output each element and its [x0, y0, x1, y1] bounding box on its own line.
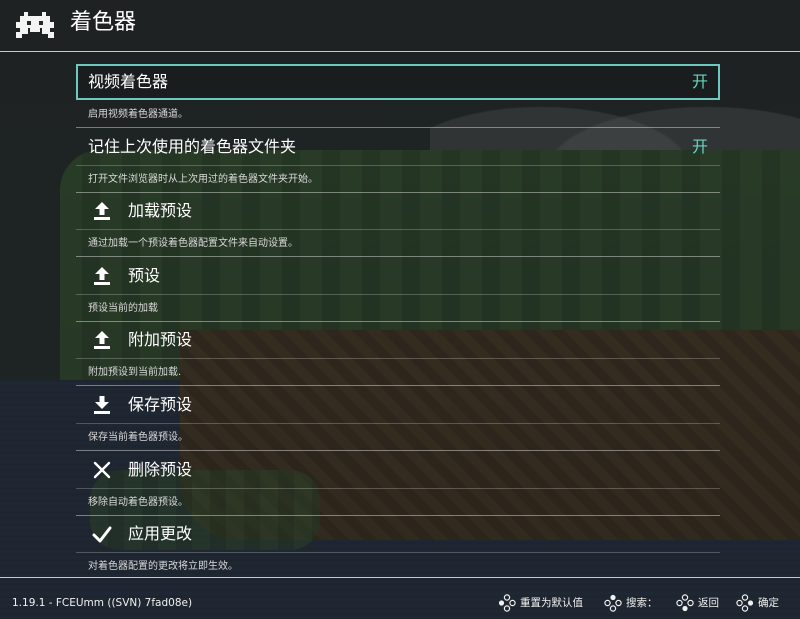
- menu-item-description: 通过加载一个预设着色器配置文件来自动设置。: [88, 238, 298, 250]
- download-icon: [94, 395, 110, 414]
- menu-item-description: 移除自动着色器预设。: [88, 496, 188, 508]
- menu-item-label: 应用更改: [128, 524, 193, 544]
- footer: 1.19.1 - FCEUmm ((SVN) 7fad08e) 重置为默认值 搜…: [0, 577, 800, 619]
- close-icon: [93, 461, 111, 478]
- menu-item-label: 记住上次使用的着色器文件夹: [88, 136, 297, 156]
- menu-item-label: 删除预设: [128, 459, 193, 479]
- hint-label: 搜索：: [626, 597, 658, 609]
- divider: [76, 552, 720, 554]
- divider: [76, 164, 720, 166]
- menu-item-preset[interactable]: 预设 预设当前的加载: [76, 258, 720, 323]
- header-divider: [0, 51, 800, 52]
- menu-item-description: 保存当前着色器预设。: [88, 431, 188, 443]
- hint-label: 返回: [698, 597, 719, 609]
- menu-item-append-preset[interactable]: 附加预设 附加预设到当前加载.: [76, 322, 720, 387]
- menu-item-label: 加载预设: [128, 201, 193, 221]
- menu-item-save-preset[interactable]: 保存预设 保存当前着色器预设。: [76, 387, 720, 452]
- shader-settings-list: 视频着色器 开 启用视频着色器通道。 记住上次使用的着色器文件夹 开 打开文件浏…: [76, 64, 720, 581]
- divider: [76, 293, 720, 295]
- menu-item-load-preset[interactable]: 加载预设 通过加载一个预设着色器配置文件来自动设置。: [76, 193, 720, 258]
- hint-label: 重置为默认值: [520, 597, 583, 609]
- menu-item-label: 视频着色器: [88, 72, 169, 91]
- gamepad-buttons-icon: [736, 594, 754, 612]
- gamepad-buttons-icon: [604, 594, 622, 612]
- core-version-label: 1.19.1 - FCEUmm ((SVN) 7fad08e): [12, 597, 193, 609]
- toggle-value[interactable]: 开: [692, 71, 708, 93]
- menu-item-video-shaders[interactable]: 视频着色器 开 启用视频着色器通道。: [76, 64, 720, 129]
- page-title: 着色器: [70, 10, 137, 35]
- divider: [76, 229, 720, 231]
- footer-divider: [0, 577, 800, 578]
- menu-item-description: 预设当前的加载: [88, 302, 158, 314]
- divider: [76, 487, 720, 489]
- menu-item-label: 保存预设: [128, 394, 193, 414]
- header: 着色器: [0, 0, 800, 52]
- selection-highlight: [76, 64, 720, 100]
- divider: [76, 358, 720, 360]
- toggle-value[interactable]: 开: [692, 136, 708, 158]
- menu-item-remove-preset[interactable]: 删除预设 移除自动着色器预设。: [76, 452, 720, 517]
- menu-item-label: 预设: [128, 265, 161, 285]
- retroarch-invader-icon: [16, 12, 54, 38]
- checkmark-icon: [92, 526, 112, 543]
- upload-icon: [94, 331, 110, 350]
- menu-item-apply-changes[interactable]: 应用更改 对着色器配置的更改将立即生效。: [76, 516, 720, 581]
- menu-item-description: 启用视频着色器通道。: [88, 109, 188, 120]
- divider: [76, 422, 720, 424]
- menu-item-description: 对着色器配置的更改将立即生效。: [88, 561, 238, 573]
- gamepad-buttons-icon: [676, 594, 694, 612]
- upload-icon: [94, 202, 110, 221]
- menu-item-description: 打开文件浏览器时从上次用过的着色器文件夹开始。: [88, 173, 318, 185]
- hint-label: 确定: [758, 597, 779, 609]
- upload-icon: [94, 266, 110, 285]
- menu-item-description: 附加预设到当前加载.: [88, 367, 182, 379]
- menu-item-remember-shader-dir[interactable]: 记住上次使用的着色器文件夹 开 打开文件浏览器时从上次用过的着色器文件夹开始。: [76, 129, 720, 194]
- gamepad-buttons-icon: [498, 594, 516, 612]
- menu-item-label: 附加预设: [128, 330, 193, 350]
